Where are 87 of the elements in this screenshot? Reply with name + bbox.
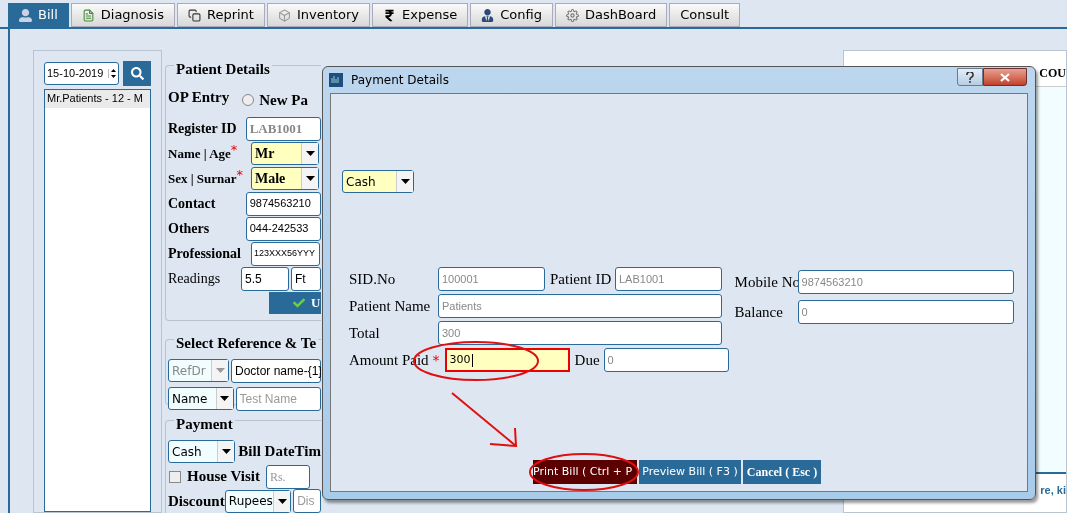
search-icon <box>130 67 144 80</box>
caret-icon <box>277 498 287 504</box>
tab[interactable]: DashBoard <box>554 3 668 27</box>
section-title: Select Reference & Te <box>176 335 317 351</box>
check-icon <box>293 297 305 309</box>
tab[interactable]: Inventory <box>266 3 371 27</box>
input-field[interactable]: LAB1001 <box>245 116 321 141</box>
input-field[interactable]: 300 <box>438 321 722 345</box>
radio-label: New Pa <box>259 90 308 110</box>
document-icon <box>81 8 95 22</box>
box-icon <box>277 8 291 22</box>
field-label: Due <box>574 350 599 370</box>
field-label: Total <box>349 323 381 343</box>
field-label: Patient Name <box>349 296 432 316</box>
section-title: Patient Details <box>176 61 270 77</box>
field-label: OP Entry <box>168 87 230 107</box>
help-button[interactable] <box>957 68 983 86</box>
input-field[interactable]: 9874563210 <box>797 270 1014 294</box>
document-copy-icon <box>187 8 201 22</box>
checkbox-label: House Visit <box>187 467 260 487</box>
dropdown[interactable]: Mr <box>251 142 319 165</box>
cancel-button[interactable]: Cancel ( Esc ) <box>743 460 821 484</box>
gear-icon <box>565 8 579 22</box>
input-field[interactable]: 100001 <box>438 267 545 291</box>
field-label: Others <box>168 220 210 238</box>
caret-icon <box>400 179 410 184</box>
input-field[interactable]: 9874563210 <box>245 191 321 216</box>
field-label: Professional <box>168 245 241 263</box>
input-field[interactable]: Patients <box>438 294 722 318</box>
column-header: COU <box>1039 65 1066 82</box>
caret-icon <box>215 368 225 373</box>
dropdown[interactable]: Cash <box>342 170 414 193</box>
field-label: Sex | Surnar <box>168 169 237 188</box>
caret-icon <box>305 151 315 156</box>
footer-text: re, ki <box>1040 483 1066 498</box>
input-field[interactable]: 0 <box>603 348 729 372</box>
tab[interactable]: Diagnosis <box>70 3 175 27</box>
caret-icon <box>221 449 231 454</box>
rupee-icon <box>383 8 397 22</box>
spin-up-icon[interactable] <box>111 69 117 72</box>
tab[interactable]: Config <box>470 3 553 27</box>
field-label: Contact <box>168 195 216 213</box>
required-mark: * <box>432 350 440 370</box>
dialog-title: Payment Details <box>351 72 449 89</box>
caret-icon <box>220 396 229 401</box>
field-label: SID.No <box>349 269 397 289</box>
input-field[interactable]: 0 <box>797 300 1014 324</box>
help-icon <box>966 71 974 83</box>
field-label: Balance <box>734 302 784 322</box>
close-icon <box>1000 72 1010 82</box>
field-label: Bill DateTim <box>238 442 321 462</box>
annotation-arrow <box>451 392 518 448</box>
input-field[interactable]: 5.5 <box>241 266 289 291</box>
tab[interactable]: Reprint <box>176 3 265 27</box>
person-icon <box>481 8 495 22</box>
input-field[interactable]: 044-242533 <box>245 216 321 241</box>
input-field[interactable]: LAB1001 <box>615 267 722 291</box>
dropdown[interactable]: Rupees <box>224 489 292 513</box>
date-field[interactable]: 15-10-2019 <box>44 62 120 85</box>
tab[interactable]: Consult <box>669 3 741 27</box>
field-label: Name | Age <box>168 144 231 163</box>
checkbox[interactable] <box>169 470 181 483</box>
required-mark: * <box>230 143 238 156</box>
tab[interactable]: Expense <box>372 3 469 27</box>
caret-icon <box>305 176 315 181</box>
radio-button[interactable] <box>242 94 255 106</box>
field-label: Discount <box>168 491 225 511</box>
app-icon <box>329 73 343 87</box>
spin-down-icon[interactable] <box>111 75 117 78</box>
input-field[interactable]: Ft <box>291 266 321 291</box>
person-icon <box>19 8 32 22</box>
required-mark: * <box>236 168 244 181</box>
update-button[interactable]: U <box>269 292 321 314</box>
dropdown[interactable]: Male <box>251 167 319 190</box>
dropdown[interactable]: Cash <box>168 440 236 463</box>
search-button[interactable] <box>123 61 151 86</box>
dropdown[interactable]: Name <box>168 387 234 410</box>
field-label: Patient ID <box>550 269 610 289</box>
section-title: Payment <box>176 416 233 432</box>
tab[interactable]: Bill <box>8 3 69 27</box>
list-item[interactable]: Mr.Patients - 12 - M <box>45 90 150 108</box>
preview-button[interactable]: Preview Bill ( F3 ) <box>639 460 741 484</box>
input-field[interactable]: 123XXX56YYY <box>251 241 320 266</box>
field-label: Readings <box>168 270 221 288</box>
amount-paid-field[interactable]: 300 <box>444 348 570 372</box>
close-button[interactable] <box>983 68 1027 86</box>
field-label: Register ID <box>168 120 237 138</box>
